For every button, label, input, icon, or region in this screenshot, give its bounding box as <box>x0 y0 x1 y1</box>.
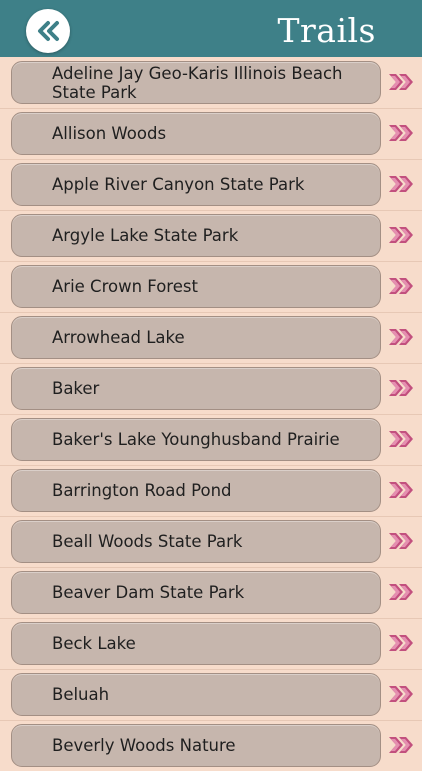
list-item-label: Arrowhead Lake <box>52 328 185 347</box>
list-item-label: Argyle Lake State Park <box>52 226 239 245</box>
list-item-button[interactable]: Argyle Lake State Park <box>11 214 381 257</box>
double-chevron-right-icon[interactable] <box>387 72 415 92</box>
list-item[interactable]: Arrowhead Lake <box>0 312 422 364</box>
list-item[interactable]: Apple River Canyon State Park <box>0 159 422 211</box>
list-item-label: Allison Woods <box>52 124 167 143</box>
list-item-label: Baker <box>52 379 100 398</box>
list-item-label: Beck Lake <box>52 634 136 653</box>
list-item-button[interactable]: Baker's Lake Younghusband Prairie <box>11 418 381 461</box>
double-chevron-left-icon <box>38 21 59 41</box>
list-item-label: Adeline Jay Geo-Karis Illinois Beach Sta… <box>52 63 343 102</box>
list-item-label: Apple River Canyon State Park <box>52 175 305 194</box>
double-chevron-right-icon[interactable] <box>387 633 415 653</box>
double-chevron-right-icon[interactable] <box>387 276 415 296</box>
double-chevron-right-icon[interactable] <box>387 531 415 551</box>
list-item[interactable]: Baker's Lake Younghusband Prairie <box>0 414 422 466</box>
list-item[interactable]: Beall Woods State Park <box>0 516 422 568</box>
double-chevron-right-icon[interactable] <box>387 480 415 500</box>
double-chevron-right-icon[interactable] <box>387 684 415 704</box>
list-item[interactable]: Baker <box>0 363 422 415</box>
double-chevron-right-icon[interactable] <box>387 735 415 755</box>
list-item-label: Barrington Road Pond <box>52 481 232 500</box>
list-item-button[interactable]: Apple River Canyon State Park <box>11 163 381 206</box>
list-item[interactable]: Arie Crown Forest <box>0 261 422 313</box>
list-item-label: Beverly Woods Nature <box>52 736 236 755</box>
double-chevron-right-icon[interactable] <box>387 582 415 602</box>
list-item-label: Beluah <box>52 685 110 704</box>
list-item-label: Beall Woods State Park <box>52 532 243 551</box>
list-item[interactable]: Beluah <box>0 669 422 721</box>
list-item-button[interactable]: Beall Woods State Park <box>11 520 381 563</box>
double-chevron-right-icon[interactable] <box>387 174 415 194</box>
list-item-label: Beaver Dam State Park <box>52 583 245 602</box>
list-item[interactable]: Adeline Jay Geo-Karis Illinois Beach Sta… <box>0 57 422 109</box>
double-chevron-right-icon[interactable] <box>387 378 415 398</box>
list-item-button[interactable]: Baker <box>11 367 381 410</box>
double-chevron-right-icon[interactable] <box>387 225 415 245</box>
list-item-button[interactable]: Arie Crown Forest <box>11 265 381 308</box>
list-item-label: Arie Crown Forest <box>52 277 198 296</box>
list-item-button[interactable]: Beck Lake <box>11 622 381 665</box>
double-chevron-right-icon[interactable] <box>387 327 415 347</box>
list-item-button[interactable]: Allison Woods <box>11 112 381 155</box>
list-item[interactable]: Beverly Woods Nature <box>0 720 422 771</box>
list-item[interactable]: Allison Woods <box>0 108 422 160</box>
page-title: Trails <box>277 11 376 50</box>
list-item-button[interactable]: Beluah <box>11 673 381 716</box>
double-chevron-right-icon[interactable] <box>387 123 415 143</box>
list-item-button[interactable]: Beaver Dam State Park <box>11 571 381 614</box>
list-item[interactable]: Barrington Road Pond <box>0 465 422 517</box>
list-item[interactable]: Argyle Lake State Park <box>0 210 422 262</box>
list-item[interactable]: Beck Lake <box>0 618 422 670</box>
back-button[interactable] <box>26 9 70 53</box>
list-item-button[interactable]: Adeline Jay Geo-Karis Illinois Beach Sta… <box>11 61 381 104</box>
header-bar: Trails <box>0 0 422 57</box>
double-chevron-right-icon[interactable] <box>387 429 415 449</box>
list-item-label: Baker's Lake Younghusband Prairie <box>52 430 340 449</box>
list-item[interactable]: Beaver Dam State Park <box>0 567 422 619</box>
list-item-button[interactable]: Arrowhead Lake <box>11 316 381 359</box>
list-item-button[interactable]: Barrington Road Pond <box>11 469 381 512</box>
list-item-button[interactable]: Beverly Woods Nature <box>11 724 381 767</box>
